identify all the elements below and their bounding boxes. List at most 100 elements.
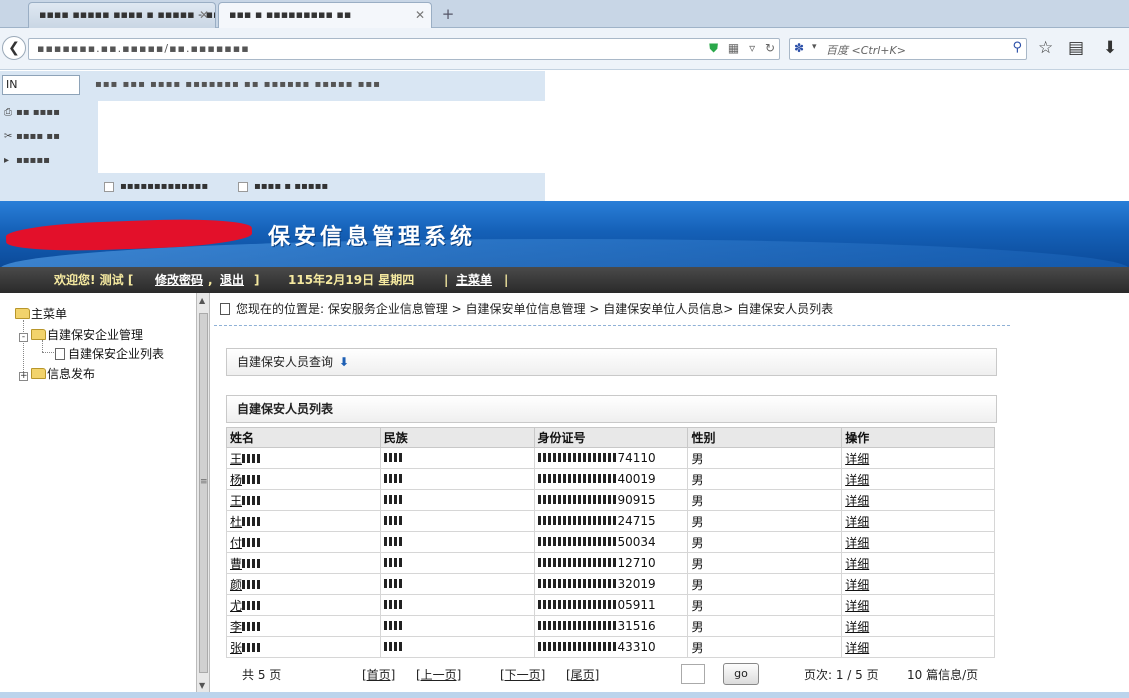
reading-list-icon[interactable]: ▤ <box>1068 38 1084 58</box>
panel-item[interactable]: ▸ ▪▪▪▪▪ <box>4 155 50 166</box>
close-icon[interactable]: ✕ <box>415 3 425 27</box>
browser-tab[interactable]: ▪▪▪▪ ▪▪▪▪▪ ▪▪▪▪ ▪ ▪▪▪▪▪ - ▪▪▪▪ ✕ <box>28 2 216 28</box>
action-cell[interactable]: 详细 <box>841 615 995 637</box>
chevron-down-icon[interactable]: ▾ <box>812 42 817 52</box>
last-page-link[interactable]: [尾页] <box>566 668 599 682</box>
name-cell[interactable]: 颜 <box>226 573 381 595</box>
name-link[interactable]: 杜 <box>230 515 261 529</box>
action-cell[interactable]: 详细 <box>841 468 995 490</box>
detail-link[interactable]: 详细 <box>845 578 869 592</box>
checkbox-label: ▪▪▪▪ ▪ ▪▪▪▪▪ <box>254 181 329 192</box>
table-body: 王 74110 男详细杨 40019 男详细王 90915 男详细杜 24715 男详细付 500… <box>226 447 995 658</box>
next-page-link[interactable]: [下一页] <box>500 668 545 682</box>
baidu-paw-icon[interactable]: ✽ <box>794 41 804 55</box>
name-cell[interactable]: 王 <box>226 447 381 469</box>
masked-text <box>242 516 261 526</box>
action-cell[interactable]: 详细 <box>841 636 995 658</box>
panel-item[interactable]: ⎙ ▪▪ ▪▪▪▪ <box>4 107 60 118</box>
name-link[interactable]: 尤 <box>230 599 261 613</box>
table-row: 曹 12710 男详细 <box>226 552 995 574</box>
scroll-up-icon[interactable]: ▲ <box>199 296 205 305</box>
detail-link[interactable]: 详细 <box>845 557 869 571</box>
name-cell[interactable]: 付 <box>226 531 381 553</box>
panel-item[interactable]: ✂ ▪▪▪▪ ▪▪ <box>4 131 60 142</box>
first-page-link[interactable]: [首页] <box>362 668 395 682</box>
new-tab-icon[interactable]: + <box>438 4 458 24</box>
reload-icon[interactable]: ↻ <box>765 41 775 55</box>
detail-link[interactable]: 详细 <box>845 620 869 634</box>
name-link[interactable]: 王 <box>230 494 261 508</box>
site-banner: 保安信息管理系统 <box>0 201 1129 267</box>
bookmark-star-icon[interactable]: ☆ <box>1038 38 1053 58</box>
action-cell[interactable]: 详细 <box>841 510 995 532</box>
scroll-down-icon[interactable]: ▼ <box>199 681 205 690</box>
name-link[interactable]: 曹 <box>230 557 261 571</box>
checkbox[interactable] <box>104 182 114 192</box>
action-cell[interactable]: 详细 <box>841 573 995 595</box>
browser-tab-bar: ▪▪▪▪ ▪▪▪▪▪ ▪▪▪▪ ▪ ▪▪▪▪▪ - ▪▪▪▪ ✕ ▪▪▪ ▪ ▪… <box>0 0 1129 28</box>
main-menu-link[interactable]: 主菜单 <box>456 273 492 287</box>
masked-text <box>537 516 618 525</box>
detail-link[interactable]: 详细 <box>845 599 869 613</box>
prev-page-link[interactable]: [上一页] <box>416 668 461 682</box>
gender-cell: 男 <box>687 636 843 658</box>
action-cell[interactable]: 详细 <box>841 447 995 469</box>
name-link[interactable]: 李 <box>230 620 261 634</box>
name-cell[interactable]: 曹 <box>226 552 381 574</box>
tree-leaf-enterprise-list[interactable]: 自建保安企业列表 <box>55 345 164 362</box>
download-icon[interactable]: ⬇ <box>1103 38 1117 58</box>
tree-node-info-publish[interactable]: + 信息发布 <box>19 365 95 382</box>
detail-link[interactable]: 详细 <box>845 473 869 487</box>
action-cell[interactable]: 详细 <box>841 531 995 553</box>
detail-link[interactable]: 详细 <box>845 494 869 508</box>
page-number-input[interactable] <box>681 664 705 684</box>
logout-link[interactable]: 退出 <box>220 273 244 287</box>
change-password-link[interactable]: 修改密码 <box>155 273 203 287</box>
back-arrow-icon[interactable]: ❮ <box>2 36 26 60</box>
detail-link[interactable]: 详细 <box>845 641 869 655</box>
qr-code-icon[interactable]: ▦ <box>728 41 739 55</box>
name-link[interactable]: 杨 <box>230 473 261 487</box>
expand-icon[interactable]: + <box>19 372 28 381</box>
go-button[interactable]: go <box>723 663 759 685</box>
name-cell[interactable]: 杨 <box>226 468 381 490</box>
masked-text <box>242 537 261 547</box>
name-link[interactable]: 张 <box>230 641 261 655</box>
query-panel-header[interactable]: 自建保安人员查询 ⬇ <box>226 348 997 376</box>
name-cell[interactable]: 王 <box>226 489 381 511</box>
scroll-thumb[interactable] <box>199 313 208 673</box>
tree-node-self-built-enterprise[interactable]: - 自建保安企业管理 <box>19 326 143 343</box>
browser-tab-active[interactable]: ▪▪▪ ▪ ▪▪▪▪▪▪▪▪▪ ▪▪ ✕ <box>218 2 432 28</box>
name-cell[interactable]: 尤 <box>226 594 381 616</box>
blank-area <box>545 173 1129 201</box>
shield-icon[interactable]: ⛊ <box>709 41 718 55</box>
id-number-cell: 12710 <box>533 552 689 574</box>
ext-input[interactable]: IN <box>2 75 80 95</box>
action-cell[interactable]: 详细 <box>841 594 995 616</box>
search-bar[interactable]: ✽ ▾ 百度 <Ctrl+K> ⚲ <box>789 38 1027 60</box>
checkbox[interactable] <box>238 182 248 192</box>
detail-link[interactable]: 详细 <box>845 452 869 466</box>
id-number-cell: 05911 <box>533 594 689 616</box>
dropdown-icon[interactable]: ▿ <box>749 41 755 55</box>
search-icon[interactable]: ⚲ <box>1012 40 1022 55</box>
url-bar[interactable]: ▪▪▪▪▪▪▪.▪▪.▪▪▪▪▪/▪▪.▪▪▪▪▪▪▪ ⛊ ▦ ▿ ↻ <box>28 38 780 60</box>
name-cell[interactable]: 张 <box>226 636 381 658</box>
detail-link[interactable]: 详细 <box>845 536 869 550</box>
name-cell[interactable]: 杜 <box>226 510 381 532</box>
masked-text <box>537 600 618 609</box>
detail-link[interactable]: 详细 <box>845 515 869 529</box>
action-cell[interactable]: 详细 <box>841 489 995 511</box>
name-cell[interactable]: 李 <box>226 615 381 637</box>
close-icon[interactable]: ✕ <box>199 3 209 27</box>
action-cell[interactable]: 详细 <box>841 552 995 574</box>
name-link[interactable]: 付 <box>230 536 261 550</box>
bottom-strip <box>0 692 1129 698</box>
frame-scrollbar[interactable]: ▲ ≡ ▼ <box>196 293 210 698</box>
collapse-icon[interactable]: - <box>19 333 28 342</box>
name-link[interactable]: 王 <box>230 452 261 466</box>
gender-cell: 男 <box>687 510 843 532</box>
grip-icon: ≡ <box>200 477 208 487</box>
arrow-down-icon[interactable]: ⬇ <box>339 355 349 369</box>
name-link[interactable]: 颜 <box>230 578 261 592</box>
